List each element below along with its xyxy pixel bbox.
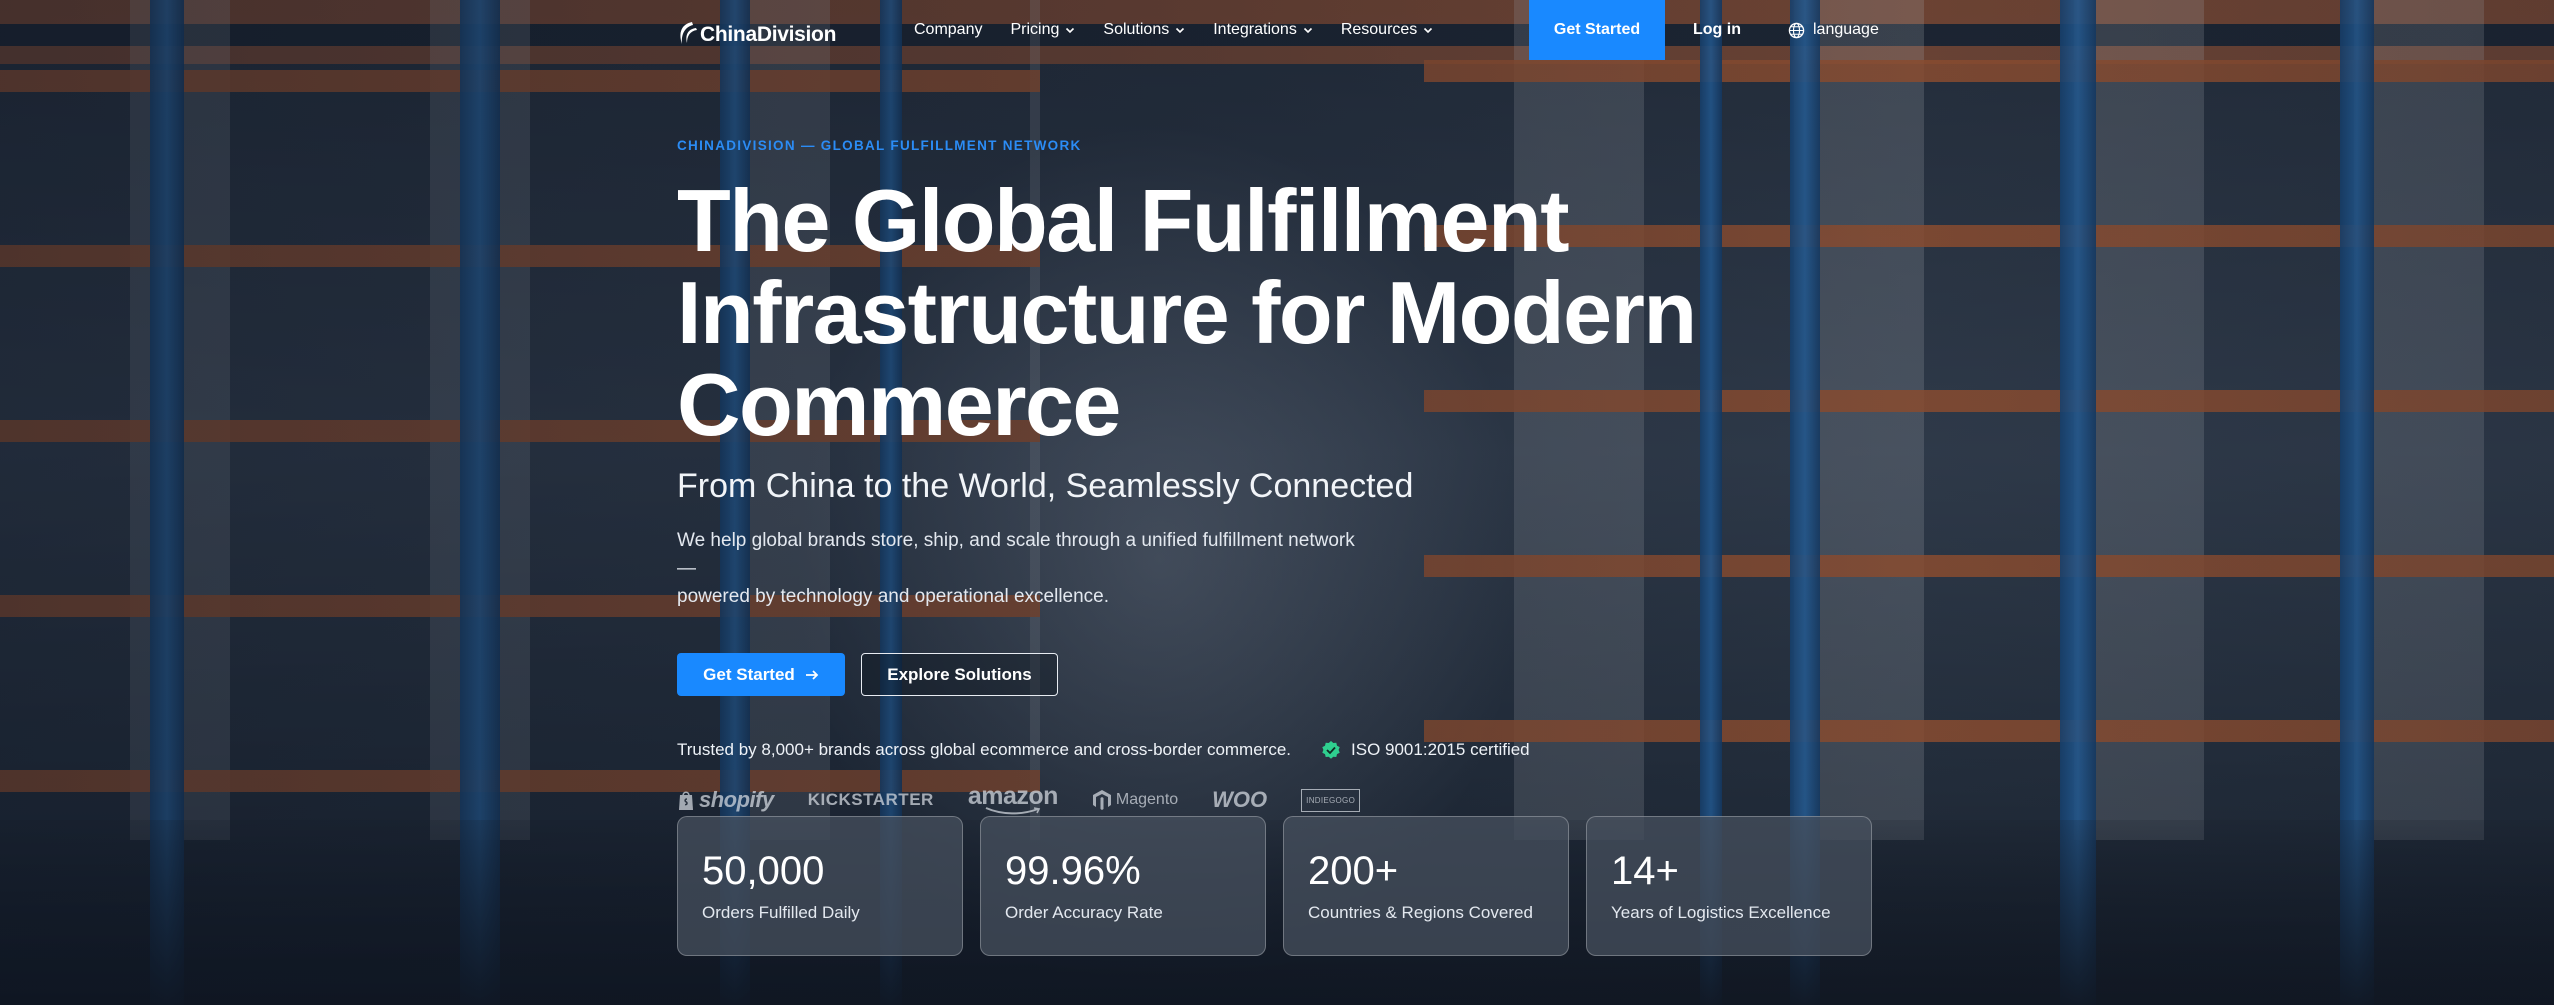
chevron-down-icon <box>1066 27 1075 34</box>
language-selector[interactable]: language <box>1788 0 1879 60</box>
stat-card: 14+ Years of Logistics Excellence <box>1586 816 1872 956</box>
certification-badge: ISO 9001:2015 certified <box>1321 740 1530 760</box>
brand-logo-magento: Magento <box>1092 789 1178 811</box>
brand-logo-kickstarter: KICKSTARTER <box>807 790 934 809</box>
stat-card: 200+ Countries & Regions Covered <box>1283 816 1569 956</box>
header-get-started-button[interactable]: Get Started <box>1529 0 1665 60</box>
stats-row: 50,000 Orders Fulfilled Daily 99.96% Ord… <box>677 816 1872 956</box>
stat-value: 14+ <box>1611 849 1679 893</box>
nav-resources[interactable]: Resources <box>1341 21 1433 39</box>
headline-line: Infrastructure for Modern <box>677 263 1697 362</box>
trust-text: Trusted by 8,000+ brands across global e… <box>677 740 1292 759</box>
certification-text: ISO 9001:2015 certified <box>1351 740 1530 759</box>
hero-cta-row: Get Started Explore Solutions <box>677 653 1877 696</box>
stat-value: 99.96% <box>1005 849 1141 893</box>
check-badge-icon <box>1322 741 1340 759</box>
shopify-bag-icon <box>679 791 693 810</box>
language-label: language <box>1813 21 1879 38</box>
trust-row: Trusted by 8,000+ brands across global e… <box>677 740 1877 760</box>
nav-solutions[interactable]: Solutions <box>1103 21 1185 39</box>
amazon-smile-icon <box>985 807 1041 815</box>
logo-text: ChinaDivision <box>700 23 837 46</box>
explore-solutions-button[interactable]: Explore Solutions <box>861 653 1058 696</box>
nav-label: Pricing <box>1010 21 1060 38</box>
brand-name: Magento <box>1115 791 1179 808</box>
get-started-label: Get Started <box>703 664 795 684</box>
logo-swoosh-icon <box>680 22 697 44</box>
stat-card: 50,000 Orders Fulfilled Daily <box>677 816 963 956</box>
nav-label: Resources <box>1340 21 1418 38</box>
hero-headline: The Global Fulfillment Infrastructure fo… <box>677 175 1777 451</box>
hero-section: CHINADIVISION — GLOBAL FULFILLMENT NETWO… <box>677 138 1877 818</box>
brand-logo-shopify: shopify <box>677 787 774 813</box>
brand-logos: shopify KICKSTARTER amazon Magento WOO I… <box>677 782 1877 818</box>
stat-label: Years of Logistics Excellence <box>1611 903 1831 922</box>
description-line: powered by technology and operational ex… <box>677 586 1110 607</box>
hero-eyebrow: CHINADIVISION — GLOBAL FULFILLMENT NETWO… <box>677 138 1082 153</box>
login-link[interactable]: Log in <box>1693 0 1741 60</box>
logo[interactable]: ChinaDivision <box>676 12 836 48</box>
brand-logo-woo: WOO <box>1212 787 1268 812</box>
stat-label: Orders Fulfilled Daily <box>702 903 860 922</box>
chevron-down-icon <box>1303 27 1312 34</box>
stat-label: Countries & Regions Covered <box>1308 903 1533 922</box>
brand-logo-amazon: amazon <box>967 782 1059 815</box>
nav-integrations[interactable]: Integrations <box>1213 21 1313 39</box>
arrow-right-icon <box>805 669 819 680</box>
chevron-down-icon <box>1176 27 1185 34</box>
nav-label: Integrations <box>1213 21 1297 38</box>
globe-icon <box>1788 22 1805 38</box>
headline-line: Commerce <box>677 355 1121 454</box>
magento-hex-icon <box>1092 790 1111 810</box>
description-line: We help global brands store, ship, and s… <box>677 530 1355 579</box>
stat-value: 50,000 <box>702 849 825 893</box>
main-nav: Company Pricing Solutions Integrations R… <box>914 0 1433 60</box>
brand-logo-indiegogo: INDIEGOGO <box>1301 788 1361 812</box>
brand-name: amazon <box>967 782 1059 810</box>
brand-name: shopify <box>699 787 774 812</box>
chevron-down-icon <box>1424 27 1433 34</box>
stat-label: Order Accuracy Rate <box>1005 903 1163 922</box>
nav-label: Solutions <box>1103 21 1170 38</box>
site-header: ChinaDivision Company Pricing Solutions … <box>0 0 2554 62</box>
hero-subheadline: From China to the World, Seamlessly Conn… <box>677 467 1414 505</box>
nav-company[interactable]: Company <box>914 21 982 39</box>
headline-line: The Global Fulfillment <box>677 171 1570 270</box>
nav-pricing[interactable]: Pricing <box>1010 21 1075 39</box>
hero-description: We help global brands store, ship, and s… <box>677 527 1377 611</box>
stat-value: 200+ <box>1308 849 1399 893</box>
get-started-button[interactable]: Get Started <box>677 653 845 696</box>
nav-label: Company <box>914 21 983 38</box>
stat-card: 99.96% Order Accuracy Rate <box>980 816 1266 956</box>
